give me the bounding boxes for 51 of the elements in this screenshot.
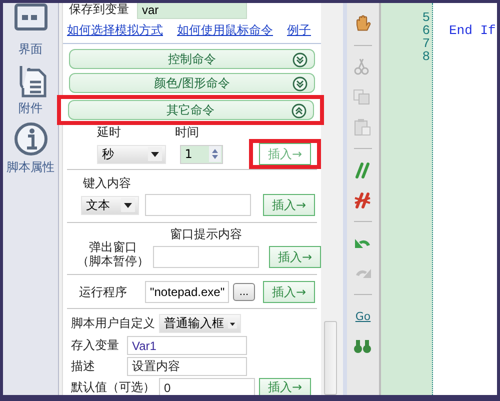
line-number: 7 (422, 37, 430, 50)
sidebar-item[interactable]: 界面 (12, 3, 48, 58)
time-spinner[interactable]: 1 (180, 144, 223, 164)
sidebar-item[interactable]: 附件 (12, 62, 48, 117)
field-label: 弹出窗口 （脚本暂停） (77, 240, 149, 268)
expand-icon (292, 76, 308, 92)
insert-button[interactable]: 插入→ (263, 281, 315, 303)
field-label: 运行程序 (79, 284, 128, 300)
text-field[interactable] (153, 246, 259, 268)
unit-dropdown[interactable]: 秒 (97, 144, 166, 164)
help-link[interactable]: 例子 (287, 22, 311, 39)
text-field[interactable]: 设置内容 (127, 357, 247, 376)
field-label: 保存到变量 (69, 3, 129, 18)
section-header[interactable]: 其它命令 (68, 100, 314, 120)
field-label: 描述 (71, 358, 96, 375)
browse-button[interactable]: ... (233, 283, 255, 301)
input-type-dropdown[interactable]: 普通输入框 (159, 314, 241, 333)
section-header[interactable]: 颜色/图形命令 (69, 73, 315, 93)
text-field[interactable]: Var1 (127, 336, 247, 355)
binoculars-icon (353, 337, 373, 355)
field-label: 默认值（可选） (71, 379, 155, 395)
line-number: 6 (422, 24, 430, 37)
field-label: 键入内容 (83, 174, 131, 192)
code-line: End If (449, 24, 497, 37)
sidebar-item[interactable]: 脚本属性 (6, 121, 54, 176)
scrollbar-thumb[interactable] (324, 321, 337, 395)
field-label: 延时 (97, 124, 121, 140)
text-field[interactable] (145, 194, 251, 216)
goto-button[interactable]: Go (351, 305, 375, 327)
field-label: 存入变量 (71, 337, 120, 354)
collapse-icon (290, 103, 306, 119)
text-field[interactable]: 0 (159, 378, 255, 395)
expand-icon (292, 52, 308, 68)
info-icon (12, 121, 48, 157)
help-link[interactable]: 如何选择模拟方式 (67, 22, 163, 39)
help-link[interactable]: 如何使用鼠标命令 (177, 22, 273, 39)
field-label: 脚本用户自定义 (71, 315, 155, 332)
insert-button[interactable]: 插入→ (263, 194, 315, 216)
mode-dropdown[interactable]: 文本 (81, 196, 139, 214)
line-number: 8 (422, 50, 430, 63)
insert-button[interactable]: 插入→ (259, 378, 311, 395)
clipboard-icon (353, 118, 373, 136)
line-number: 5 (422, 11, 430, 24)
field-label: 时间 (175, 124, 199, 140)
program-field[interactable]: "notepad.exe" (145, 281, 229, 303)
spinner-arrows-icon[interactable] (209, 146, 221, 162)
crossed-slash-icon (353, 191, 373, 209)
variable-field[interactable]: var (137, 3, 247, 19)
section-header[interactable]: 控制命令 (69, 49, 315, 69)
field-label: 窗口提示内容 (170, 226, 242, 243)
insert-button[interactable]: 插入→ (269, 246, 321, 268)
